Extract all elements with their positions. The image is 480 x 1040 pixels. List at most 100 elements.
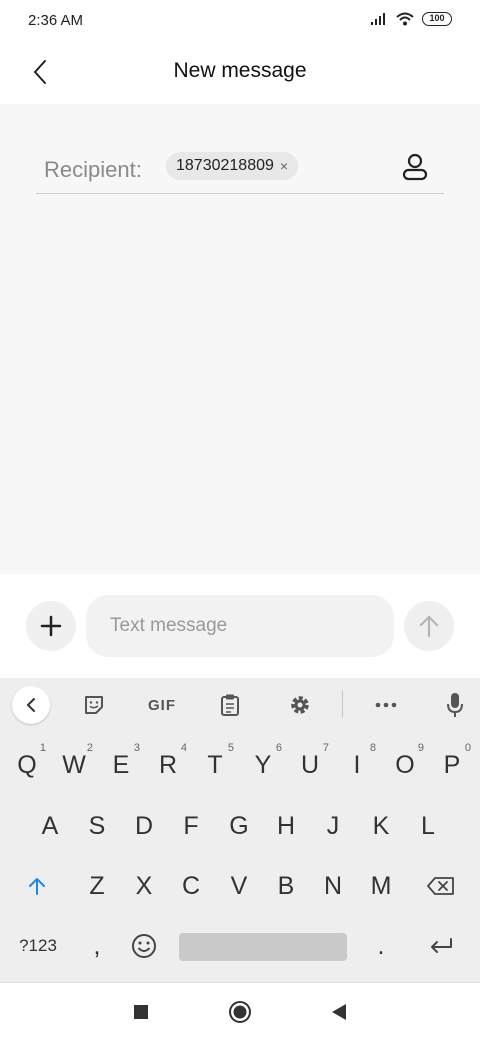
key-k[interactable]: K — [358, 799, 404, 853]
key-hint: 2 — [86, 742, 93, 754]
key-q[interactable]: Q1 — [4, 738, 50, 792]
system-nav-bar — [0, 982, 480, 1040]
key-label: W — [62, 750, 86, 779]
wifi-icon — [396, 12, 414, 26]
message-content-area: Recipient: 18730218809 × — [0, 104, 480, 574]
sticker-button[interactable] — [76, 686, 112, 724]
key-x[interactable]: X — [121, 859, 167, 913]
triangle-back-icon — [332, 1004, 346, 1020]
status-icons: 100 — [370, 12, 452, 26]
shift-arrow-icon — [29, 878, 45, 895]
chip-remove-icon[interactable]: × — [280, 159, 288, 173]
key-hint: 1 — [39, 742, 46, 754]
home-button[interactable] — [225, 997, 255, 1027]
chevron-left-icon — [26, 698, 35, 712]
backspace-icon — [427, 877, 454, 895]
more-button[interactable] — [368, 686, 404, 724]
key-r[interactable]: R4 — [145, 738, 191, 792]
key-n[interactable]: N — [310, 859, 356, 913]
key-label: Y — [254, 750, 272, 779]
square-icon — [134, 1005, 148, 1019]
key-j[interactable]: J — [310, 799, 356, 853]
recents-button[interactable] — [126, 997, 156, 1027]
key-e[interactable]: E3 — [98, 738, 144, 792]
enter-icon — [431, 938, 452, 953]
shift-key[interactable] — [14, 859, 60, 913]
keyboard-toolbar: GIF — [0, 678, 480, 732]
key-label: R — [158, 750, 178, 779]
recipient-chip[interactable]: 18730218809 × — [166, 152, 299, 180]
clipboard-icon — [221, 694, 239, 716]
recipient-label: Recipient: — [44, 157, 142, 182]
key-hint: 9 — [417, 742, 424, 754]
key-u[interactable]: U7 — [287, 738, 333, 792]
sticker-icon — [85, 696, 103, 714]
key-o[interactable]: O9 — [382, 738, 428, 792]
key-m[interactable]: M — [358, 859, 404, 913]
key-g[interactable]: G — [216, 799, 262, 853]
emoji-key[interactable] — [121, 919, 167, 973]
recipient-number: 18730218809 — [176, 157, 274, 174]
key-d[interactable]: D — [121, 799, 167, 853]
composer-bar — [0, 574, 480, 678]
key-y[interactable]: Y6 — [240, 738, 286, 792]
key-b[interactable]: B — [263, 859, 309, 913]
home-circle-icon — [229, 1001, 251, 1023]
key-z[interactable]: Z — [74, 859, 120, 913]
add-attachment-button[interactable] — [26, 601, 76, 651]
key-label: O — [395, 750, 415, 779]
key-hint: 8 — [369, 742, 376, 754]
key-hint: 4 — [180, 742, 187, 754]
key-c[interactable]: C — [168, 859, 214, 913]
key-i[interactable]: I8 — [334, 738, 380, 792]
key-f[interactable]: F — [168, 799, 214, 853]
clipboard-button[interactable] — [212, 686, 248, 724]
battery-icon: 100 — [422, 12, 452, 26]
backspace-key[interactable] — [418, 859, 464, 913]
gear-icon — [291, 696, 309, 714]
gif-label: GIF — [148, 696, 176, 714]
status-time: 2:36 AM — [28, 12, 84, 29]
gif-button[interactable]: GIF — [142, 686, 182, 724]
contact-picker-button[interactable] — [398, 150, 432, 184]
toolbar-collapse-button[interactable] — [12, 686, 50, 724]
key-l[interactable]: L — [405, 799, 451, 853]
page-title: New message — [173, 59, 307, 82]
key-label: Q — [17, 750, 37, 779]
key-label: U — [300, 750, 320, 779]
toolbar-divider — [342, 690, 343, 718]
send-button[interactable] — [404, 601, 454, 651]
person-icon — [402, 153, 428, 181]
key-hint: 6 — [275, 742, 282, 754]
key-t[interactable]: T5 — [192, 738, 238, 792]
keyboard: GIF Q 1 W 2 E 3 R 4 T 5 Y 6 U 7 I 8 O 9 … — [0, 678, 480, 982]
key-v[interactable]: V — [216, 859, 262, 913]
voice-input-button[interactable] — [438, 686, 472, 724]
app-header: New message — [0, 40, 480, 104]
key-hint: 0 — [464, 742, 471, 754]
signal-icon — [371, 13, 385, 25]
key-p[interactable]: P0 — [429, 738, 475, 792]
message-input[interactable] — [86, 595, 394, 657]
settings-button[interactable] — [282, 686, 318, 724]
plus-icon — [40, 615, 62, 637]
key-hint: 3 — [133, 742, 140, 754]
key-w[interactable]: W2 — [51, 738, 97, 792]
back-nav-button[interactable] — [324, 997, 354, 1027]
key-label: P — [443, 750, 461, 779]
status-bar: 2:36 AM 100 — [0, 0, 480, 40]
spacebar[interactable] — [179, 933, 347, 961]
key-a[interactable]: A — [27, 799, 73, 853]
key-hint: 5 — [227, 742, 234, 754]
more-dots-icon — [375, 702, 397, 708]
symbols-key[interactable]: ?123 — [12, 919, 64, 973]
microphone-icon — [447, 693, 463, 717]
key-label: E — [112, 750, 130, 779]
key-h[interactable]: H — [263, 799, 309, 853]
key-hint: 7 — [322, 742, 329, 754]
key-label: T — [207, 750, 223, 779]
key-s[interactable]: S — [74, 799, 120, 853]
enter-key[interactable] — [418, 919, 464, 973]
period-key[interactable]: . — [358, 919, 404, 973]
comma-key[interactable]: , — [74, 919, 120, 973]
